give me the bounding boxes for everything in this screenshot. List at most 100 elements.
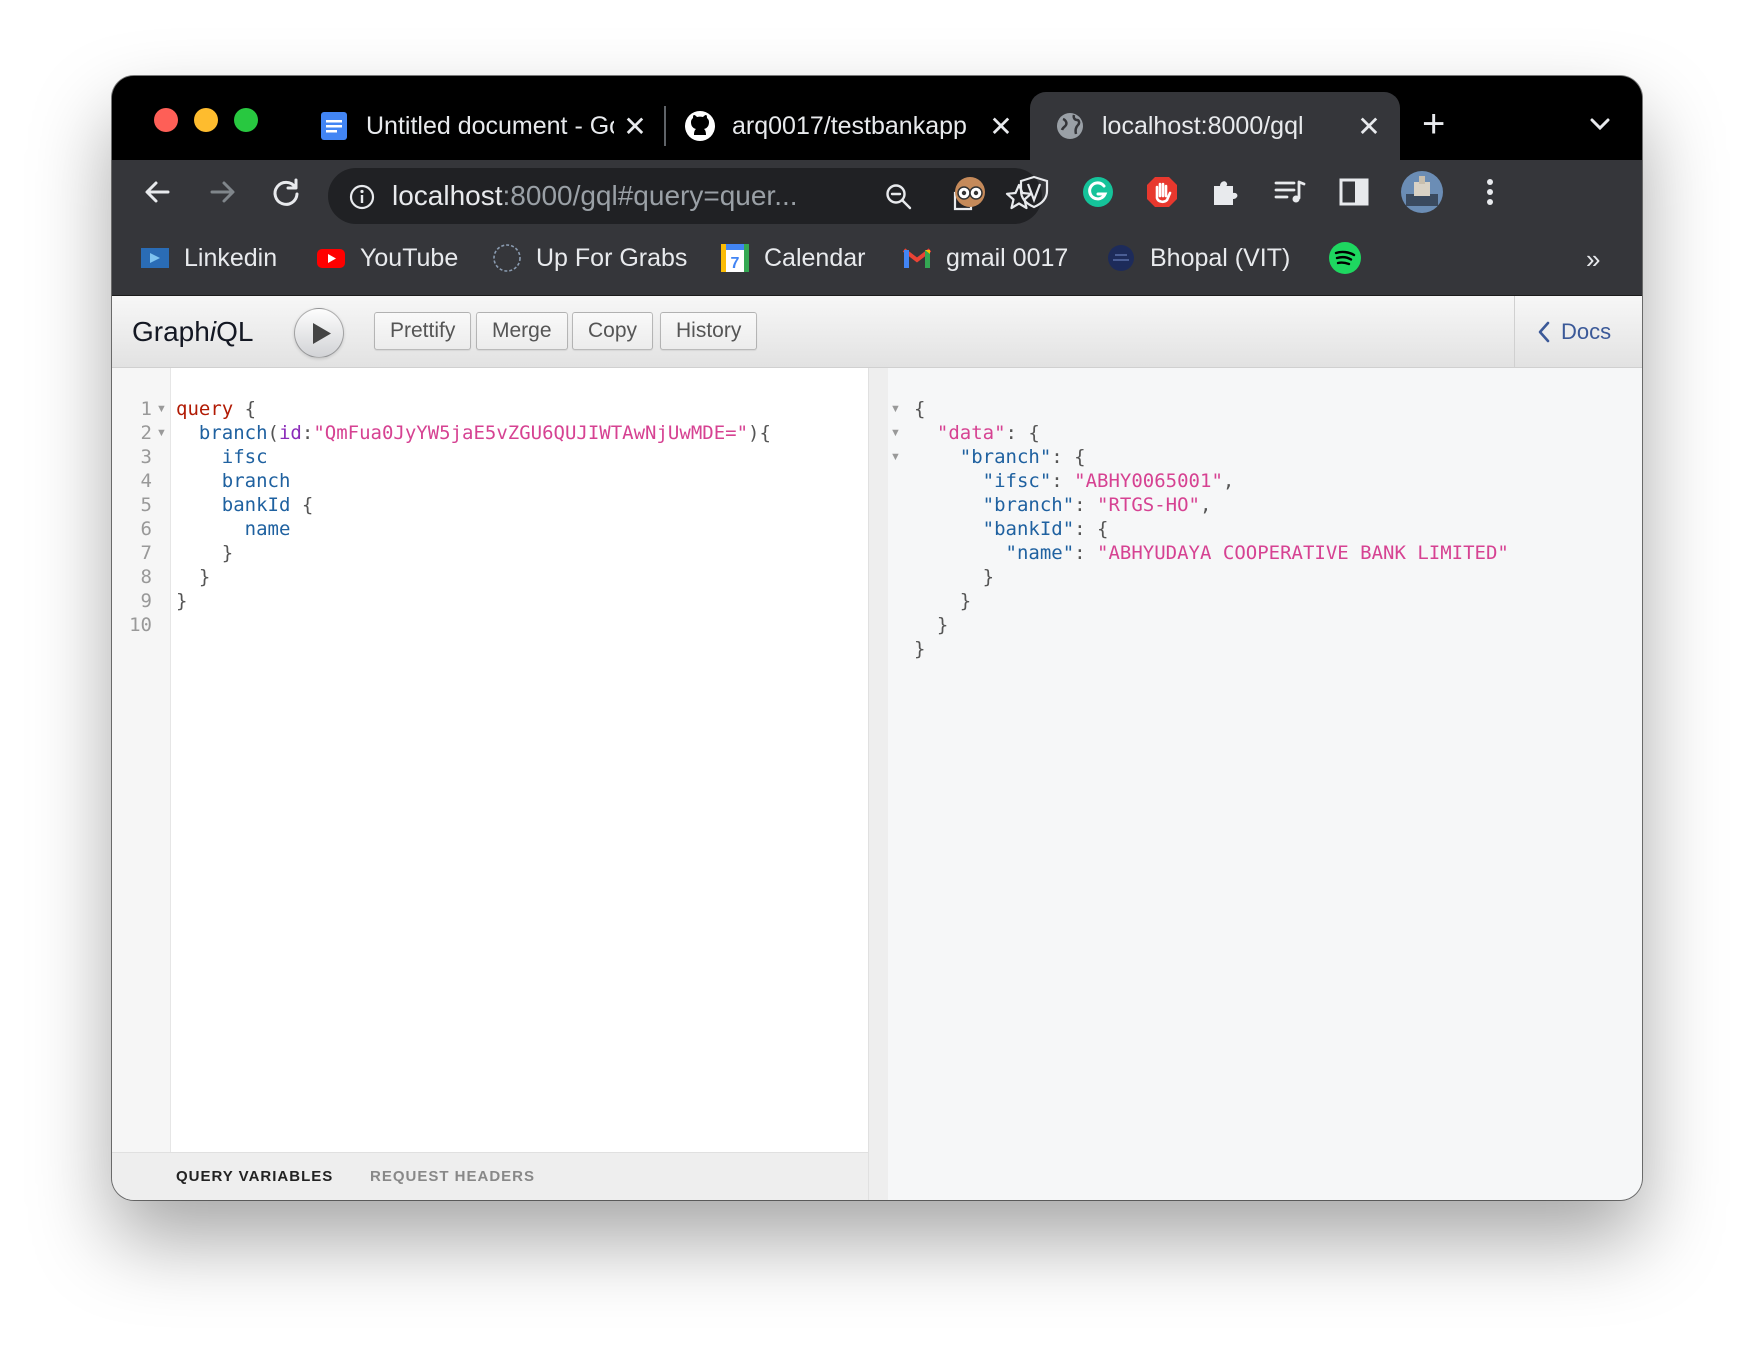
tab-google-docs[interactable]: Untitled document - Google Docs ✕ — [318, 92, 648, 160]
prettify-button[interactable]: Prettify — [374, 312, 472, 350]
code-line: } — [176, 566, 211, 588]
bookmarks-overflow-button[interactable]: » — [1586, 244, 1600, 275]
code-line: } — [176, 542, 234, 564]
extensions-puzzle-icon[interactable] — [1208, 174, 1244, 210]
field-branch: branch — [221, 470, 291, 492]
reading-list-icon[interactable] — [1272, 174, 1308, 210]
code-line: query { — [176, 398, 257, 420]
bookmark-label: Linkedin — [184, 243, 278, 272]
tab-localhost-active[interactable]: localhost:8000/gql ✕ — [1030, 92, 1400, 160]
grammarly-icon[interactable] — [1080, 174, 1116, 210]
shield-extension-icon[interactable] — [1016, 174, 1052, 210]
maximize-window-button[interactable] — [234, 108, 258, 132]
new-tab-button[interactable]: + — [1422, 100, 1445, 148]
argument-name: id — [278, 422, 302, 444]
bookmark-up-for-grabs[interactable]: Up For Grabs — [492, 238, 687, 278]
json-value-ifsc: "ABHY0065001" — [1074, 470, 1223, 492]
field-name: name — [244, 518, 291, 540]
fold-arrow-icon[interactable]: ▼ — [890, 444, 901, 471]
bookmark-label: Calendar — [764, 243, 866, 272]
graphiql-app: GraphiQL Prettify Merge Copy History Doc… — [112, 296, 1642, 1200]
url-rest: :8000/gql#query=quer... — [502, 180, 798, 211]
code-line: branch — [176, 468, 291, 495]
close-tab-icon[interactable]: ✕ — [988, 110, 1014, 143]
close-tab-icon[interactable]: ✕ — [622, 110, 648, 143]
side-panel-icon[interactable] — [1336, 174, 1372, 210]
result-line: } — [914, 590, 972, 612]
code-line: ifsc — [176, 444, 268, 471]
zoom-icon[interactable] — [884, 182, 914, 212]
tab-strip: Untitled document - Google Docs ✕ arq001… — [112, 76, 1642, 160]
result-viewer: ▼ ▼ ▼ { "data": { "branch": { "ifsc": "A… — [888, 368, 1642, 1200]
fold-arrow-icon[interactable]: ▼ — [156, 396, 167, 423]
history-button[interactable]: History — [660, 312, 758, 350]
minimize-window-button[interactable] — [194, 108, 218, 132]
result-line: "data": { — [936, 422, 1040, 444]
spotify-icon — [1329, 242, 1361, 274]
bookmark-calendar[interactable]: 7 Calendar — [720, 238, 865, 278]
browser-window: Untitled document - Google Docs ✕ arq001… — [112, 76, 1642, 1200]
bookmark-label: YouTube — [360, 243, 459, 272]
line-number: 9 — [140, 590, 152, 612]
line-number: 8 — [140, 566, 152, 588]
address-bar[interactable]: localhost:8000/gql#query=quer... — [328, 168, 1042, 224]
reload-icon[interactable] — [268, 174, 304, 210]
forward-arrow-icon[interactable] — [204, 174, 240, 210]
result-line: "ifsc": "ABHY0065001", — [982, 470, 1235, 492]
close-window-button[interactable] — [154, 108, 178, 132]
code-line: name — [176, 516, 291, 543]
bookmark-bhopal-vit[interactable]: Bhopal (VIT) — [1106, 238, 1290, 278]
tab-title: arq0017/testbankapp — [732, 111, 967, 140]
fold-arrow-icon[interactable]: ▼ — [890, 420, 901, 447]
result-line: } — [914, 614, 949, 636]
json-key-data: "data" — [936, 422, 1006, 444]
field-bankid: bankId — [221, 494, 291, 516]
bookmark-youtube[interactable]: YouTube — [316, 238, 458, 278]
json-key-name: "name" — [1005, 542, 1075, 564]
address-url[interactable]: localhost:8000/gql#query=quer... — [392, 180, 852, 212]
root-field: branch — [198, 422, 268, 444]
bookmarks-bar: Linkedin YouTube Up For Grabs 7 Calendar… — [112, 224, 1642, 296]
owl-extension-icon[interactable] — [952, 174, 988, 210]
json-key-bankid: "bankId" — [982, 518, 1075, 540]
tab-request-headers[interactable]: REQUEST HEADERS — [370, 1168, 535, 1185]
bookmark-spotify[interactable] — [1328, 238, 1376, 278]
tab-github[interactable]: arq0017/testbankapp ✕ — [684, 92, 1014, 160]
profile-avatar[interactable] — [1400, 170, 1444, 214]
result-line: "name": "ABHYUDAYA COOPERATIVE BANK LIMI… — [1005, 542, 1509, 564]
line-number: 1 — [140, 398, 152, 420]
docs-button[interactable]: Docs — [1514, 296, 1642, 368]
variables-toolbar: QUERY VARIABLES REQUEST HEADERS — [112, 1152, 868, 1200]
youtube-icon — [317, 249, 345, 268]
execute-query-button[interactable] — [294, 308, 344, 358]
back-arrow-icon[interactable] — [140, 174, 176, 210]
bookmark-gmail[interactable]: gmail 0017 — [902, 238, 1068, 278]
tab-title: localhost:8000/gql — [1102, 111, 1304, 140]
result-line: { — [914, 398, 926, 420]
merge-button[interactable]: Merge — [476, 312, 568, 350]
pane-splitter[interactable] — [868, 368, 888, 1200]
argument-value: "QmFua0JyYW5jaE5vZGU6QUJIWTAwNjUwMDE=" — [313, 422, 749, 444]
fold-arrow-icon[interactable]: ▼ — [156, 420, 167, 447]
adblock-hand-icon[interactable] — [1144, 174, 1180, 210]
calendar-icon: 7 — [721, 244, 749, 272]
line-number: 5 — [140, 494, 152, 516]
site-info-icon[interactable] — [348, 183, 376, 211]
close-tab-icon[interactable]: ✕ — [1356, 110, 1382, 143]
line-number: 3 — [140, 446, 152, 468]
line-number: 7 — [140, 542, 152, 564]
tab-query-variables[interactable]: QUERY VARIABLES — [176, 1168, 333, 1185]
bookmark-linkedin[interactable]: Linkedin — [140, 238, 277, 278]
line-number-gutter: 1 ▼ 2 ▼ 3 4 5 6 7 8 9 10 — [112, 368, 171, 1152]
copy-button[interactable]: Copy — [572, 312, 654, 350]
tab-search-chevron-icon[interactable] — [1586, 110, 1614, 138]
vit-icon — [1108, 245, 1134, 271]
field-ifsc: ifsc — [221, 446, 268, 468]
fold-arrow-icon[interactable]: ▼ — [890, 396, 901, 423]
json-value-branch: "RTGS-HO" — [1097, 494, 1200, 516]
browser-menu-icon[interactable] — [1472, 174, 1508, 210]
json-key-branch: "branch" — [959, 446, 1052, 468]
query-keyword: query — [176, 398, 234, 420]
code-line: } — [176, 590, 188, 612]
query-editor[interactable]: 1 ▼ 2 ▼ 3 4 5 6 7 8 9 10 query { branch(… — [112, 368, 868, 1152]
